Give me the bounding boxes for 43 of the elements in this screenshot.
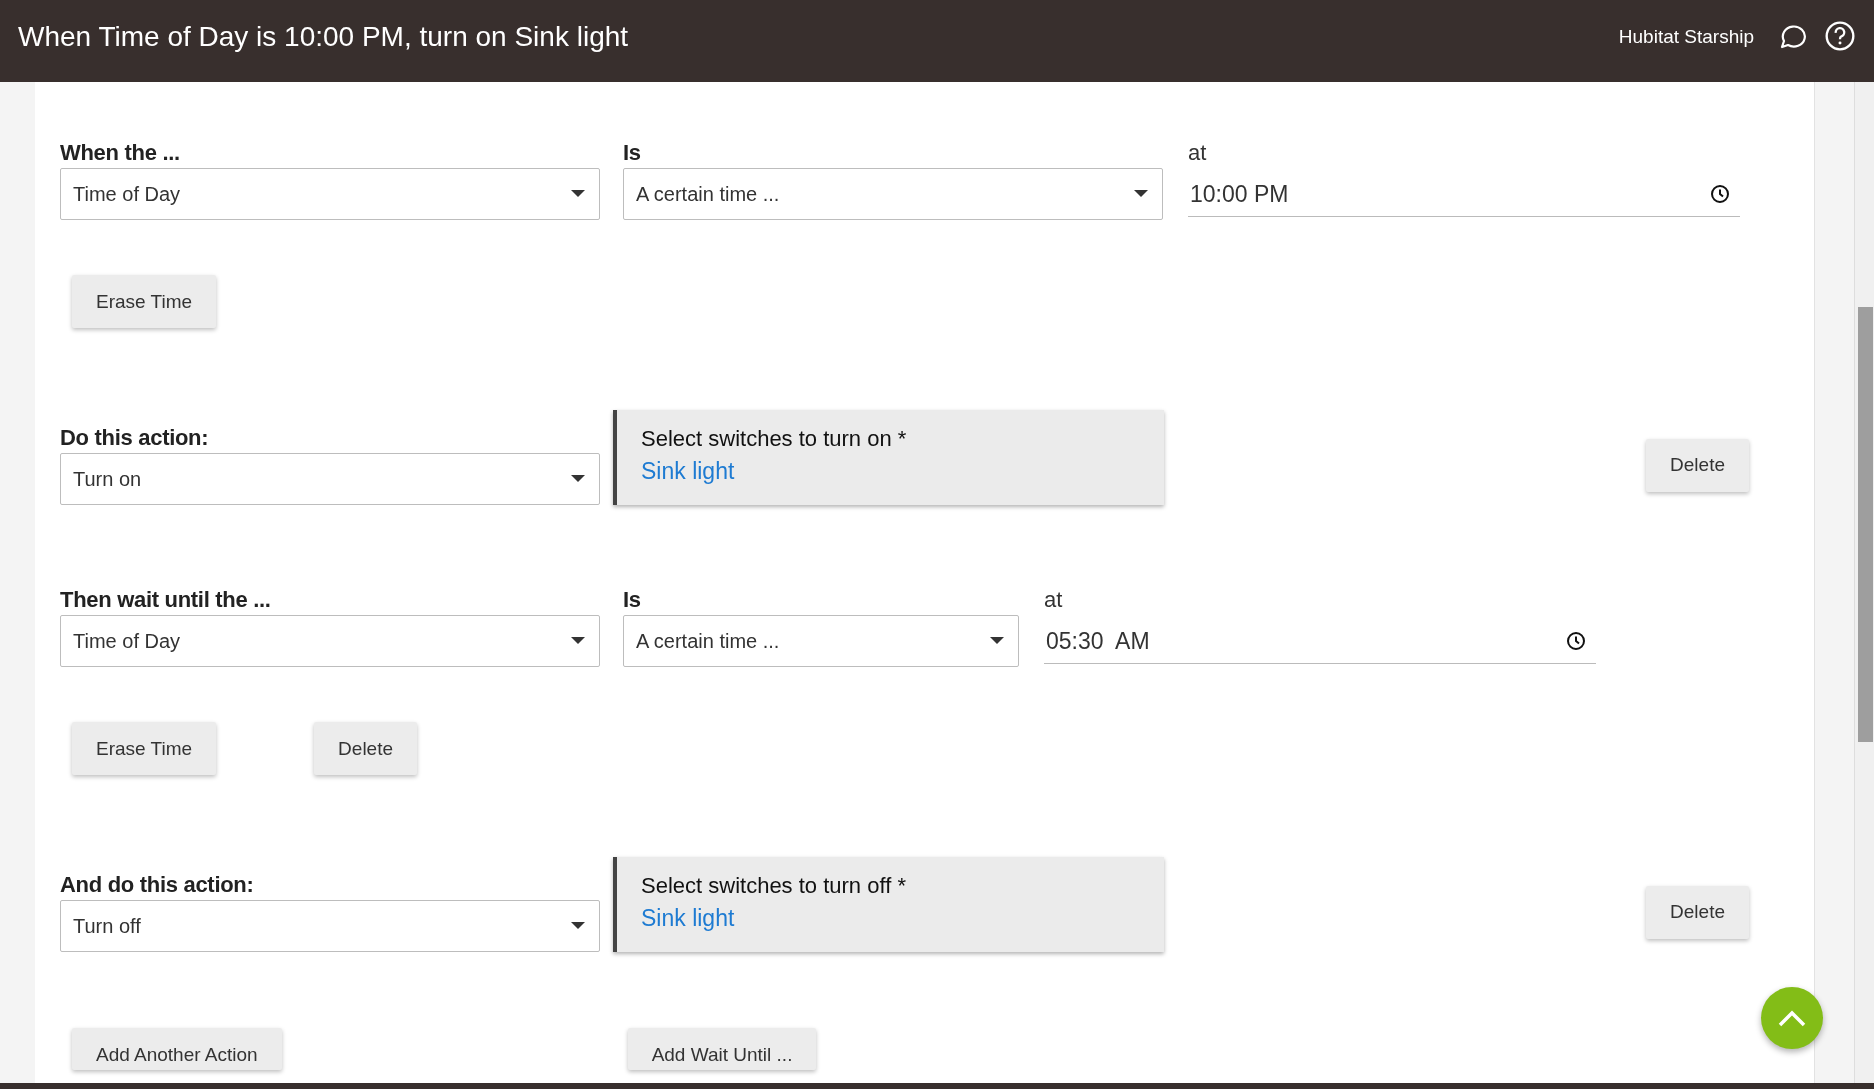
clock-icon (1566, 631, 1586, 651)
help-icon[interactable] (1824, 20, 1856, 52)
caret-icon (571, 637, 585, 645)
page-title: When Time of Day is 10:00 PM, turn on Sink light (18, 21, 630, 53)
caret-icon (1134, 190, 1148, 198)
field-label: And do this action: (60, 872, 255, 899)
time-field[interactable]: 05:30 AM (1044, 619, 1596, 664)
text-button[interactable]: Erase Time (72, 275, 217, 328)
device-picker[interactable]: Select switches to turn off * Sink light (613, 857, 1164, 952)
scrollbar[interactable] (1854, 82, 1874, 1083)
caret-icon (990, 637, 1004, 645)
time-field[interactable]: 10:00 PM (1188, 172, 1740, 217)
dropdown[interactable]: Turn off (60, 900, 600, 952)
dropdown[interactable]: Turn on (60, 453, 600, 505)
picker-label: Select switches to turn on * (641, 426, 908, 452)
dropdown[interactable]: Time of Day (60, 168, 600, 220)
field-label: When the ... (60, 140, 181, 167)
scrollbar-thumb[interactable] (1858, 307, 1873, 742)
dropdown[interactable]: Time of Day (60, 615, 600, 667)
device-picker[interactable]: Select switches to turn on * Sink light (613, 410, 1164, 505)
text-button[interactable]: Add Wait Until ... (627, 1028, 817, 1070)
caret-icon (571, 475, 585, 483)
hub-name: Hubitat Starship (1618, 26, 1754, 48)
chevron-up-icon (1777, 1008, 1807, 1028)
field-label: Do this action: (60, 425, 210, 452)
field-label: at (1044, 587, 1064, 614)
field-label: Then wait until the ... (60, 587, 272, 614)
text-button[interactable]: Delete (314, 722, 417, 775)
picker-label: Select switches to turn off * (641, 873, 907, 899)
field-label: at (1188, 140, 1208, 167)
field-label: Is (623, 587, 642, 614)
dropdown[interactable]: A certain time ... (623, 615, 1019, 667)
device-link[interactable]: Sink light (641, 458, 1140, 485)
clock-icon (1710, 184, 1730, 204)
field-label: Is (623, 140, 642, 167)
dropdown[interactable]: A certain time ... (623, 168, 1163, 220)
delete-button[interactable]: Delete (1646, 885, 1749, 939)
caret-icon (571, 922, 585, 930)
caret-icon (571, 190, 585, 198)
delete-button[interactable]: Delete (1646, 438, 1749, 492)
text-button[interactable]: Add Another Action (72, 1028, 282, 1070)
device-link[interactable]: Sink light (641, 905, 1140, 932)
text-button[interactable]: Erase Time (72, 722, 217, 775)
